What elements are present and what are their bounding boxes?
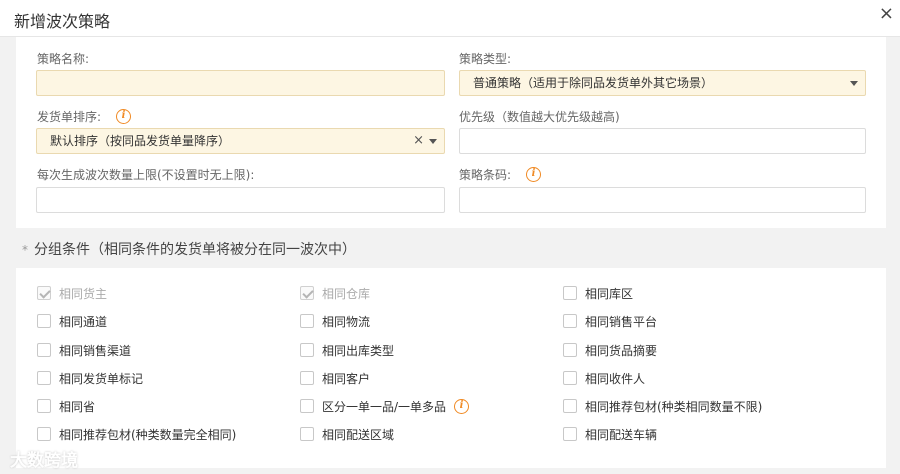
checkbox-same-province[interactable]: 相同省 — [37, 397, 95, 415]
checkbox-box[interactable] — [563, 371, 577, 385]
checkbox-same-goods-summary[interactable]: 相同货品摘要 — [563, 341, 657, 359]
wave-limit-label: 每次生成波次数量上限(不设置时无上限): — [37, 168, 255, 182]
dialog-title: 新增波次策略 — [14, 12, 111, 31]
checkbox-label: 相同销售渠道 — [59, 343, 132, 358]
order-sort-value: 默认排序（按同品发货单量降序） — [50, 134, 231, 148]
checkbox-same-sales-channel[interactable]: 相同销售渠道 — [37, 341, 131, 359]
checkbox-label: 相同客户 — [322, 371, 371, 386]
checkbox-label: 相同货主 — [59, 286, 108, 301]
checkbox-same-customer[interactable]: 相同客户 — [300, 369, 370, 387]
barcode-info-icon[interactable]: i — [526, 167, 541, 182]
checkbox-same-recipient[interactable]: 相同收件人 — [563, 369, 645, 387]
required-star: * — [22, 243, 28, 257]
checkbox-box[interactable] — [563, 314, 577, 328]
checkbox-label: 相同出库类型 — [322, 343, 395, 358]
order-sort-info-icon[interactable]: i — [116, 109, 131, 124]
order-sort-select[interactable]: 默认排序（按同品发货单量降序） × — [36, 128, 445, 154]
strategy-type-value: 普通策略（适用于除同品发货单外其它场景） — [473, 76, 714, 90]
checkbox-label: 相同省 — [59, 399, 96, 414]
checkbox-label: 相同通道 — [59, 314, 108, 329]
checkbox-label: 相同物流 — [322, 314, 371, 329]
checkbox-label: 相同仓库 — [322, 286, 371, 301]
checkbox-box[interactable] — [300, 371, 314, 385]
watermark-logo: 大数跨境 — [10, 451, 78, 471]
strategy-name-input[interactable] — [36, 70, 445, 96]
chevron-down-icon — [850, 81, 858, 86]
strategy-name-label: 策略名称: — [37, 52, 90, 66]
checkbox-single-multi-item[interactable]: 区分一单一品/一单多品 i — [300, 397, 470, 415]
checkbox-box[interactable] — [563, 343, 577, 357]
checkbox-same-packaging-type[interactable]: 相同推荐包材(种类相同数量不限) — [563, 397, 762, 415]
clear-icon[interactable]: × — [413, 129, 424, 153]
checkbox-label: 相同配送区域 — [322, 427, 395, 442]
checkbox-box[interactable] — [300, 286, 314, 300]
checkbox-box[interactable] — [37, 343, 51, 357]
checkbox-label: 相同推荐包材(种类数量完全相同) — [59, 427, 237, 442]
checkbox-same-outbound-type[interactable]: 相同出库类型 — [300, 341, 394, 359]
checkbox-box[interactable] — [37, 314, 51, 328]
checkbox-box[interactable] — [37, 286, 51, 300]
group-conditions-title-text: 分组条件（相同条件的发货单将被分在同一波次中） — [34, 242, 356, 258]
strategy-barcode-input[interactable] — [459, 187, 866, 213]
checkbox-box[interactable] — [563, 427, 577, 441]
dialog-titlebar: 新增波次策略 × — [0, 0, 900, 37]
checkbox-same-sales-platform[interactable]: 相同销售平台 — [563, 312, 657, 330]
checkbox-label: 相同发货单标记 — [59, 371, 144, 386]
checkbox-box[interactable] — [300, 343, 314, 357]
checkbox-same-owner[interactable]: 相同货主 — [37, 284, 107, 302]
checkbox-label: 相同配送车辆 — [585, 427, 658, 442]
chevron-down-icon — [429, 139, 437, 144]
checkbox-box[interactable] — [300, 427, 314, 441]
checkbox-label: 相同库区 — [585, 286, 634, 301]
checkbox-same-packaging-exact[interactable]: 相同推荐包材(种类数量完全相同) — [37, 425, 236, 443]
checkbox-label: 区分一单一品/一单多品 — [322, 399, 447, 414]
checkbox-box[interactable] — [37, 399, 51, 413]
single-multi-info-icon[interactable]: i — [454, 398, 470, 414]
checkbox-label: 相同货品摘要 — [585, 343, 658, 358]
checkbox-label: 相同收件人 — [585, 371, 646, 386]
checkbox-box[interactable] — [563, 399, 577, 413]
group-conditions-panel: 相同货主 相同仓库 相同库区 相同通道 相同物流 相同销售平台 相同销售渠道 相… — [16, 268, 886, 468]
strategy-barcode-label: 策略条码: — [459, 168, 512, 182]
checkbox-label: 相同推荐包材(种类相同数量不限) — [585, 399, 763, 414]
strategy-form: 策略名称: 策略类型: 普通策略（适用于除同品发货单外其它场景） 发货单排序: … — [16, 37, 886, 228]
checkbox-same-delivery-vehicle[interactable]: 相同配送车辆 — [563, 425, 657, 443]
checkbox-box[interactable] — [300, 399, 314, 413]
checkbox-same-logistics[interactable]: 相同物流 — [300, 312, 370, 330]
wave-limit-input[interactable] — [36, 187, 445, 213]
checkbox-box[interactable] — [37, 427, 51, 441]
checkbox-label: 相同销售平台 — [585, 314, 658, 329]
checkbox-box[interactable] — [37, 371, 51, 385]
group-conditions-title: * 分组条件（相同条件的发货单将被分在同一波次中） — [22, 239, 356, 259]
checkbox-same-warehouse[interactable]: 相同仓库 — [300, 284, 370, 302]
order-sort-label: 发货单排序: — [37, 110, 102, 124]
checkbox-same-delivery-area[interactable]: 相同配送区域 — [300, 425, 394, 443]
checkbox-same-aisle[interactable]: 相同通道 — [37, 312, 107, 330]
strategy-type-label: 策略类型: — [459, 52, 512, 66]
priority-label: 优先级（数值越大优先级越高) — [459, 110, 620, 124]
checkbox-box[interactable] — [300, 314, 314, 328]
checkbox-same-zone[interactable]: 相同库区 — [563, 284, 633, 302]
strategy-type-select[interactable]: 普通策略（适用于除同品发货单外其它场景） — [459, 70, 866, 96]
priority-input[interactable] — [459, 128, 866, 154]
checkbox-same-order-mark[interactable]: 相同发货单标记 — [37, 369, 143, 387]
checkbox-box[interactable] — [563, 286, 577, 300]
close-icon[interactable]: × — [879, 4, 894, 24]
